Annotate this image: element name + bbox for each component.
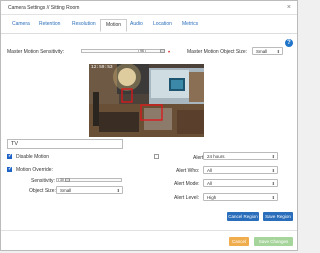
disable-motion-checkbox[interactable]: ✓ [7, 154, 12, 159]
slider-handle[interactable] [160, 49, 165, 53]
camera-timestamp: 12:59:53 [91, 65, 113, 70]
help-icon[interactable]: ? [285, 39, 293, 47]
select-arrow-icon: ⬍ [271, 168, 275, 173]
slider-handle[interactable] [65, 178, 70, 182]
tab-retention[interactable]: Retention [39, 21, 60, 27]
region-name-input[interactable]: TV [7, 139, 123, 149]
alert-who-select[interactable]: All ⬍ [203, 166, 278, 174]
alert-level-label: Alert Level: [174, 195, 200, 201]
master-sensitivity-value: 96 [138, 49, 146, 53]
alert-mode-value: All [207, 181, 213, 186]
motion-override-checkbox[interactable]: ✓ [7, 167, 12, 172]
master-object-size-select[interactable]: Small ⬍ [252, 47, 283, 55]
required-marker-icon: • [168, 50, 171, 56]
tab-motion[interactable]: Motion [100, 19, 127, 32]
select-arrow-icon: ⬍ [271, 195, 275, 200]
region-object-size-select[interactable]: Small ⬍ [56, 186, 123, 194]
region-sensitivity-label: Sensitivity: [31, 178, 55, 184]
select-arrow-icon: ⬍ [271, 181, 275, 186]
master-sensitivity-label: Master Motion Sensitivity: [7, 49, 64, 55]
region-object-size-label: Object Size: [29, 188, 56, 194]
alert-level-select[interactable]: High ⬍ [203, 193, 278, 201]
motion-override-label: Motion Override: [16, 167, 53, 173]
save-region-button[interactable]: Save Region [263, 212, 293, 221]
tab-audio[interactable]: Audio [130, 21, 143, 27]
dialog-title: Camera Settings // Sitting Room [8, 5, 80, 11]
tab-bar: Camera Retention Resolution Motion Audio… [1, 19, 297, 34]
region-object-size-value: Small [60, 188, 72, 193]
master-sensitivity-slider[interactable]: 96 [81, 49, 165, 53]
cancel-button[interactable]: Cancel [229, 237, 249, 246]
close-icon[interactable]: × [287, 4, 291, 11]
tab-location[interactable]: Location [153, 21, 172, 27]
tab-camera[interactable]: Camera [12, 21, 30, 27]
select-arrow-icon: ⬍ [116, 188, 120, 193]
master-object-size-value: Small [256, 49, 268, 54]
camera-preview[interactable]: 12:59:53 [89, 64, 204, 137]
footer-divider [1, 230, 297, 231]
camera-settings-dialog: Camera Settings // Sitting Room × Camera… [0, 0, 298, 251]
alert-duration-value: 24 hours [207, 154, 225, 159]
alert-who-value: All [207, 168, 213, 173]
alert-level-value: High [207, 195, 217, 200]
select-arrow-icon: ⬍ [276, 49, 280, 54]
alert-who-label: Alert Who: [176, 168, 200, 174]
select-arrow-icon: ⬍ [271, 154, 275, 159]
disable-motion-label: Disable Motion [16, 154, 50, 160]
camera-image [89, 64, 204, 137]
alert-mode-select[interactable]: All ⬍ [203, 179, 278, 187]
save-changes-button[interactable]: Save Changes [254, 237, 293, 246]
alert-duration-select[interactable]: 24 hours ⬍ [203, 152, 278, 160]
dialog-titlebar: Camera Settings // Sitting Room × [1, 1, 297, 15]
master-object-size-label: Master Motion Object Size: [187, 49, 248, 55]
region-sensitivity-slider[interactable]: 30 [56, 178, 122, 182]
alert-mode-label: Alert Mode: [174, 181, 200, 187]
cancel-region-button[interactable]: Cancel Region [227, 212, 259, 221]
tab-metrics[interactable]: Metrics [182, 21, 198, 27]
tab-resolution[interactable]: Resolution [72, 21, 96, 27]
alert-checkbox[interactable] [154, 154, 159, 159]
